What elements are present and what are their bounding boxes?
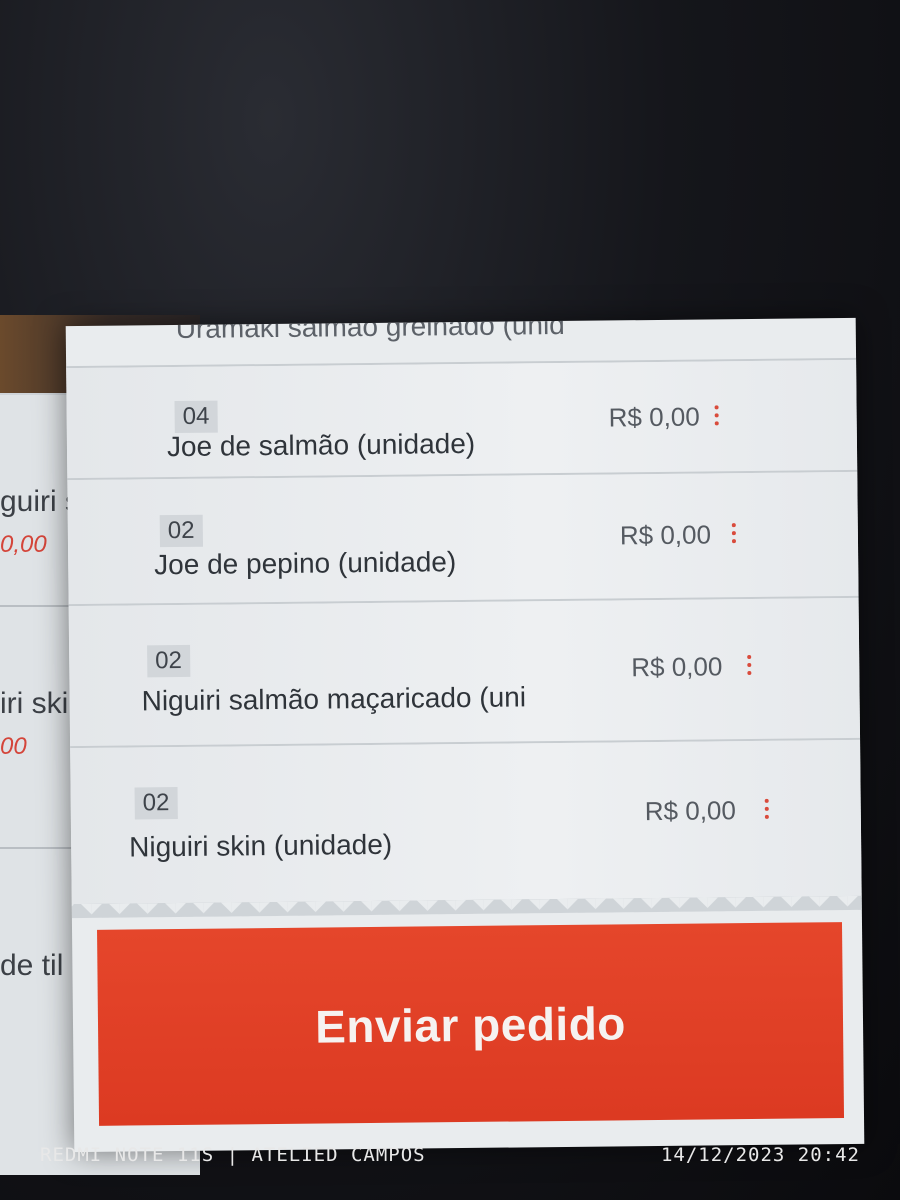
order-item-quantity: 02 bbox=[134, 787, 178, 820]
order-item[interactable]: 04 Joe de salmão (unidade) R$ 0,00 bbox=[66, 359, 858, 481]
order-item-name: Joe de salmão (unidade) bbox=[166, 427, 476, 463]
order-item-price: R$ 0,00 bbox=[631, 651, 723, 683]
order-item-price: R$ 0,00 bbox=[608, 401, 700, 433]
more-options-icon[interactable] bbox=[747, 654, 753, 679]
background-item-price: 00 bbox=[0, 733, 27, 760]
background-item-name: de til bbox=[0, 949, 64, 982]
camera-watermark-datetime: 14/12/2023 20:42 bbox=[660, 1144, 860, 1166]
order-item[interactable]: 02 Niguiri salmão maçaricado (uni R$ 0,0… bbox=[68, 597, 861, 749]
order-item-quantity: 02 bbox=[159, 514, 203, 548]
camera-watermark-device: REDMI NOTE 11S | ATELIED CAMPOS bbox=[40, 1144, 426, 1166]
order-item-quantity: 02 bbox=[147, 644, 191, 678]
order-item-name: Joe de pepino (unidade) bbox=[154, 546, 457, 581]
more-options-icon[interactable] bbox=[731, 523, 738, 547]
order-item-name: Niguiri salmão maçaricado (uni bbox=[141, 681, 527, 717]
order-summary-popup: Uramaki salmão grelhado (unid 04 Joe de … bbox=[65, 317, 865, 1153]
order-item-price: R$ 0,00 bbox=[619, 519, 712, 551]
order-item-quantity: 04 bbox=[174, 400, 218, 434]
more-options-icon[interactable] bbox=[714, 405, 721, 429]
send-order-button[interactable]: Enviar pedido bbox=[97, 922, 845, 1126]
background-item-price: 0,00 bbox=[0, 531, 47, 558]
more-options-icon[interactable] bbox=[764, 798, 771, 823]
order-item-price: R$ 0,00 bbox=[644, 795, 737, 827]
order-item[interactable]: 02 Joe de pepino (unidade) R$ 0,00 bbox=[67, 471, 859, 607]
order-item-name: Niguiri skin (unidade) bbox=[128, 828, 393, 863]
order-item[interactable]: 02 Niguiri skin (unidade) R$ 0,00 bbox=[70, 739, 862, 907]
